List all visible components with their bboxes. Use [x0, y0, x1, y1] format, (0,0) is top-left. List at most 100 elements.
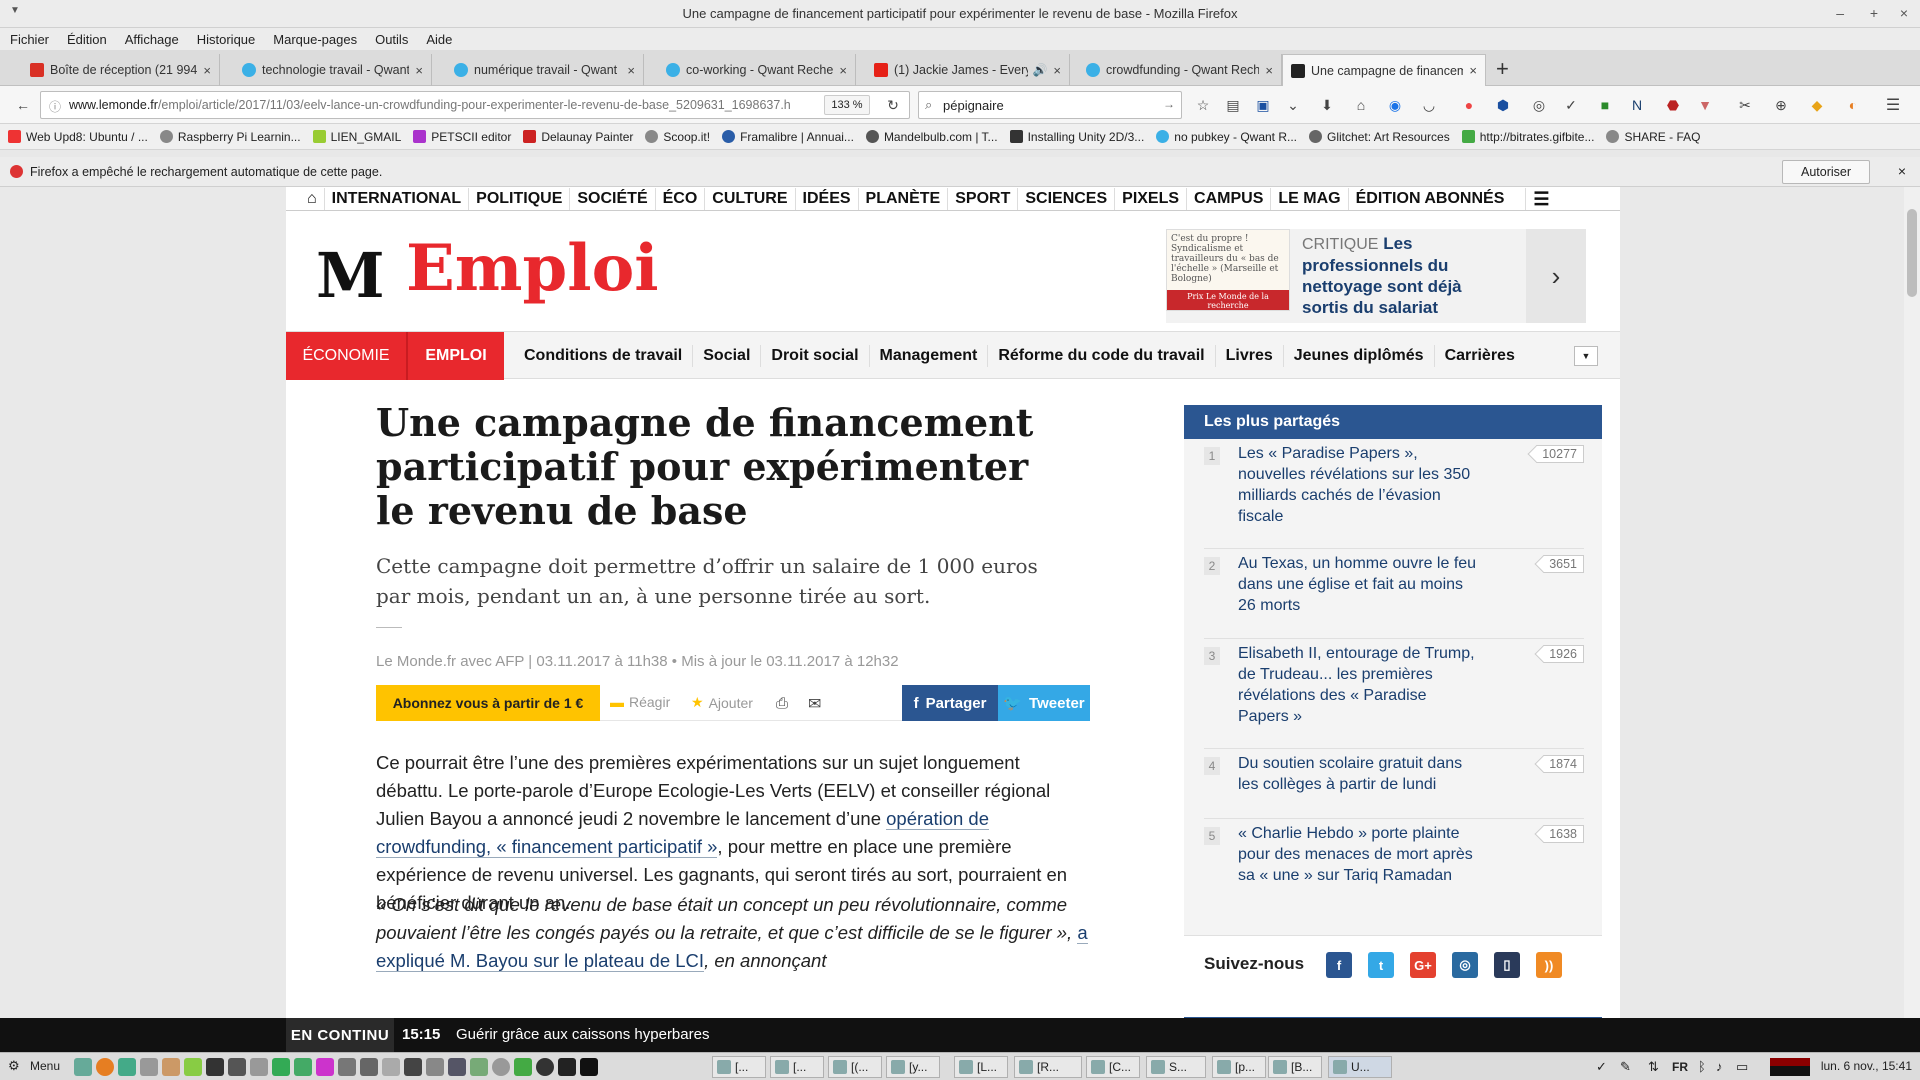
subscribe-button[interactable]: Abonnez vous à partir de 1 € [376, 685, 600, 721]
close-window-icon[interactable]: × [1900, 5, 1908, 21]
tab-qwant-coworking[interactable]: co-working - Qwant Recher × [658, 54, 856, 86]
nav-politique[interactable]: POLITIQUE [468, 188, 569, 210]
facebook-share-button[interactable]: f Partager [902, 685, 998, 721]
quicklaunch-icon[interactable] [514, 1058, 532, 1076]
twitter-share-button[interactable]: 🐦 Tweeter [998, 685, 1090, 721]
list-item-title[interactable]: Au Texas, un homme ouvre le feu dans une… [1238, 553, 1478, 616]
quicklaunch-icon[interactable] [250, 1058, 268, 1076]
search-go-icon[interactable]: → [1163, 97, 1175, 111]
mail-icon[interactable]: ✉ [808, 694, 821, 714]
gear-icon[interactable]: ⚙ [8, 1058, 20, 1074]
bookmark-item[interactable]: Mandelbulb.com | T... [865, 130, 998, 144]
taskbar-window[interactable]: [p... [1212, 1056, 1266, 1078]
url-bar[interactable]: ⓘ www.lemonde.fr/emploi/article/2017/11/… [40, 91, 910, 119]
quicklaunch-icon[interactable] [228, 1058, 246, 1076]
news-ticker[interactable]: EN CONTINU 15:15 Guérir grâce aux caisso… [0, 1018, 1920, 1052]
ticker-headline[interactable]: Guérir grâce aux caissons hyperbares [456, 1026, 709, 1043]
list-item-title[interactable]: Du soutien scolaire gratuit dans les col… [1238, 753, 1478, 795]
quicklaunch-icon[interactable] [492, 1058, 510, 1076]
quicklaunch-icon[interactable] [316, 1058, 334, 1076]
tab-lemonde-active[interactable]: Une campagne de financem × [1282, 54, 1486, 86]
shield-tray-icon[interactable]: ✓ [1596, 1059, 1607, 1075]
quicklaunch-icon[interactable] [558, 1058, 576, 1076]
taskbar-window[interactable]: [... [712, 1056, 766, 1078]
breadcrumb-economie[interactable]: ÉCONOMIE [286, 332, 406, 380]
reload-icon[interactable]: ↻ [884, 96, 902, 114]
new-tab-icon[interactable]: + [1496, 56, 1509, 82]
quicklaunch-icon[interactable] [448, 1058, 466, 1076]
taskbar-window[interactable]: [L... [954, 1056, 1008, 1078]
quicklaunch-icon[interactable] [580, 1058, 598, 1076]
chevron-right-icon[interactable]: › [1526, 229, 1586, 323]
list-item[interactable]: 1 Les « Paradise Papers », nouvelles rév… [1204, 439, 1584, 549]
shield-icon[interactable]: ⬢ [1494, 96, 1512, 114]
subnav-droit-social[interactable]: Droit social [761, 345, 870, 367]
tab-qwant-numerique[interactable]: numérique travail - Qwant × [446, 54, 644, 86]
bookmark-item[interactable]: Installing Unity 2D/3... [1009, 130, 1144, 144]
tools-tray-icon[interactable]: ✎ [1620, 1059, 1631, 1075]
hamburger-menu-icon[interactable]: ☰ [1525, 188, 1556, 210]
bookmark-item[interactable]: Raspberry Pi Learnin... [159, 130, 301, 144]
tab-close-icon[interactable]: × [1469, 63, 1477, 78]
tab-close-icon[interactable]: × [415, 63, 423, 78]
scrollbar-thumb[interactable] [1907, 209, 1917, 297]
bookmark-item[interactable]: http://bitrates.gifbite... [1461, 130, 1594, 144]
tab-close-icon[interactable]: × [1265, 63, 1273, 78]
quicklaunch-icon[interactable] [426, 1058, 444, 1076]
back-icon[interactable]: ← [14, 96, 32, 114]
menu-edition[interactable]: Édition [67, 32, 107, 47]
taskbar-window[interactable]: [R... [1014, 1056, 1082, 1078]
firefox-icon[interactable] [96, 1058, 114, 1076]
network-tray-icon[interactable]: ⇅ [1648, 1059, 1659, 1075]
extension-n-icon[interactable]: N [1628, 96, 1646, 114]
promo-title[interactable]: CRITIQUE Les professionnels du nettoyage… [1302, 233, 1512, 318]
bluetooth-icon[interactable]: ᛒ [1698, 1059, 1706, 1074]
nav-eco[interactable]: ÉCO [654, 188, 705, 210]
promo-block[interactable]: C'est du propre ! Syndicalisme et travai… [1166, 229, 1586, 323]
section-title[interactable]: Emploi [406, 231, 659, 306]
bookmark-item[interactable]: PETSCII editor [413, 130, 511, 144]
nav-international[interactable]: INTERNATIONAL [323, 188, 468, 210]
chevron-down-icon[interactable]: ⌄ [1284, 96, 1302, 114]
menu-fichier[interactable]: Fichier [10, 32, 49, 47]
taskbar-window[interactable]: [B... [1268, 1056, 1322, 1078]
bookmark-star-icon[interactable]: ☆ [1194, 96, 1212, 114]
list-item[interactable]: 2 Au Texas, un homme ouvre le feu dans u… [1204, 549, 1584, 639]
tab-close-icon[interactable]: × [839, 63, 847, 78]
subnav-social[interactable]: Social [693, 345, 762, 367]
list-item[interactable]: 3 Elisabeth II, entourage de Trump, de T… [1204, 639, 1584, 749]
nav-idees[interactable]: IDÉES [794, 188, 858, 210]
quicklaunch-icon[interactable] [162, 1058, 180, 1076]
facebook-icon[interactable]: f [1326, 952, 1352, 978]
quicklaunch-icon[interactable] [184, 1058, 202, 1076]
menu-aide[interactable]: Aide [426, 32, 452, 47]
ublock-icon[interactable]: ⬣ [1664, 96, 1682, 114]
nav-campus[interactable]: CAMPUS [1186, 188, 1270, 210]
bookmark-item[interactable]: LIEN_GMAIL [312, 130, 401, 144]
tab-close-icon[interactable]: × [203, 63, 211, 78]
info-icon[interactable]: ⓘ [49, 98, 61, 115]
add-to-selection-button[interactable]: ★ Ajouter [691, 694, 753, 711]
check-icon[interactable]: ✓ [1562, 96, 1580, 114]
clock[interactable]: lun. 6 nov., 15:41 [1821, 1059, 1912, 1073]
quicklaunch-icon[interactable] [338, 1058, 356, 1076]
quicklaunch-icon[interactable] [140, 1058, 158, 1076]
window-menu-icon[interactable]: ▼ [10, 5, 20, 16]
reading-list-icon[interactable]: ▤ [1224, 96, 1242, 114]
tab-qwant-crowdfunding[interactable]: crowdfunding - Qwant Rech × [1078, 54, 1282, 86]
quicklaunch-icon[interactable] [74, 1058, 92, 1076]
menu-affichage[interactable]: Affichage [125, 32, 179, 47]
twitter-icon[interactable]: t [1368, 952, 1394, 978]
taskbar-window[interactable]: [... [770, 1056, 824, 1078]
extension-download-icon[interactable]: ▼ [1696, 96, 1714, 114]
extension-color-icon[interactable]: ● [1460, 96, 1478, 114]
maximize-icon[interactable]: + [1870, 5, 1878, 21]
taskbar-window[interactable]: S... [1146, 1056, 1206, 1078]
target-icon[interactable]: ⊕ [1772, 96, 1790, 114]
start-menu-button[interactable]: Menu [30, 1059, 60, 1073]
quicklaunch-icon[interactable] [470, 1058, 488, 1076]
nav-pixels[interactable]: PIXELS [1114, 188, 1186, 210]
tools-icon[interactable]: ✂ [1736, 96, 1754, 114]
tab-gmail[interactable]: Boîte de réception (21 994) × [22, 54, 220, 86]
taskbar-window[interactable]: [(... [828, 1056, 882, 1078]
